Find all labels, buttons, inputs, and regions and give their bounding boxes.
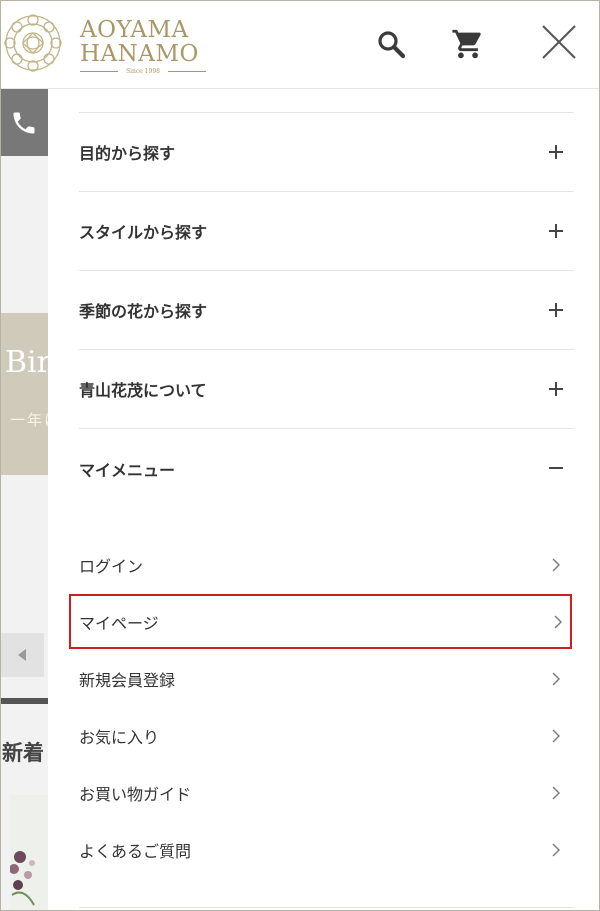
- accordion-label: マイメニュー: [79, 460, 176, 480]
- menu-item-label: マイページ: [79, 613, 159, 633]
- accordion-label: 目的から探す: [79, 144, 176, 163]
- chevron-right-icon: [552, 729, 560, 743]
- brand-logo[interactable]: AOYAMA HANAMO Since 1998: [80, 18, 208, 76]
- accordion-label: 青山花茂について: [79, 381, 207, 400]
- menu-item-favorites[interactable]: お気に入り: [79, 707, 574, 764]
- background-page: Birthday 一年に一度の 新着: [0, 89, 48, 911]
- my-menu-list: ログイン マイページ 新規会員登録 お気に入り お買い物ガイド よくあるご質問: [69, 536, 574, 878]
- menu-bottom-divider: [79, 907, 574, 908]
- accordion-label: スタイルから探す: [79, 223, 208, 242]
- plus-icon: [549, 382, 564, 397]
- hero-subtitle: 一年に一度の: [10, 411, 48, 429]
- chevron-right-icon: [552, 843, 560, 857]
- accordion-my-menu[interactable]: マイメニュー: [79, 429, 574, 508]
- phone-icon: [13, 112, 35, 133]
- menu-item-register[interactable]: 新規会員登録: [79, 650, 574, 707]
- brand-since: Since 1998: [80, 67, 206, 76]
- minus-icon: [549, 461, 564, 476]
- menu-item-login[interactable]: ログイン: [79, 536, 574, 593]
- chevron-right-icon: [552, 672, 560, 686]
- brand-emblem-icon[interactable]: [2, 12, 64, 74]
- navigation-menu: 目的から探す スタイルから探す 季節の花から探す 青山花茂について マイメニュー…: [48, 89, 600, 911]
- chevron-right-icon: [554, 615, 562, 629]
- product-thumbnail[interactable]: [10, 795, 48, 911]
- accordion-label: 季節の花から探す: [79, 302, 208, 321]
- plus-icon: [549, 303, 564, 318]
- menu-item-label: お買い物ガイド: [79, 784, 192, 804]
- category-accordion: 目的から探す スタイルから探す 季節の花から探す 青山花茂について マイメニュー: [79, 112, 574, 508]
- accordion-about[interactable]: 青山花茂について: [79, 350, 574, 429]
- phone-button[interactable]: [0, 89, 48, 156]
- menu-item-shopping-guide[interactable]: お買い物ガイド: [79, 764, 574, 821]
- cart-icon: [452, 29, 481, 59]
- menu-item-label: よくあるご質問: [79, 841, 192, 861]
- hero-banner: Birthday 一年に一度の: [0, 313, 48, 475]
- menu-item-label: 新規会員登録: [79, 670, 176, 690]
- triangle-left-icon: [18, 649, 26, 661]
- close-menu-button[interactable]: [537, 20, 581, 64]
- brand-line-1: AOYAMA: [80, 17, 189, 43]
- site-header: AOYAMA HANAMO Since 1998: [0, 0, 600, 89]
- chevron-right-icon: [552, 558, 560, 572]
- menu-item-faq[interactable]: よくあるご質問: [79, 821, 574, 878]
- close-icon: [542, 25, 576, 59]
- menu-item-label: お気に入り: [79, 727, 160, 747]
- news-section-title: 新着: [2, 741, 44, 765]
- flower-image-icon: [10, 851, 35, 906]
- search-icon: [378, 31, 406, 59]
- search-button[interactable]: [371, 24, 411, 64]
- chevron-right-icon: [552, 786, 560, 800]
- section-divider: [0, 698, 48, 704]
- menu-item-label: ログイン: [79, 556, 144, 576]
- accordion-purpose[interactable]: 目的から探す: [79, 113, 574, 192]
- carousel-prev-button[interactable]: [0, 633, 44, 677]
- menu-item-mypage[interactable]: マイページ: [69, 594, 572, 649]
- cart-button[interactable]: [448, 24, 488, 64]
- brand-since-text: Since 1998: [126, 68, 160, 75]
- hero-title: Birthday: [5, 345, 48, 380]
- brand-line-2: HANAMO: [80, 41, 199, 67]
- plus-icon: [549, 145, 564, 160]
- accordion-style[interactable]: スタイルから探す: [79, 192, 574, 271]
- plus-icon: [549, 224, 564, 239]
- accordion-seasonal[interactable]: 季節の花から探す: [79, 271, 574, 350]
